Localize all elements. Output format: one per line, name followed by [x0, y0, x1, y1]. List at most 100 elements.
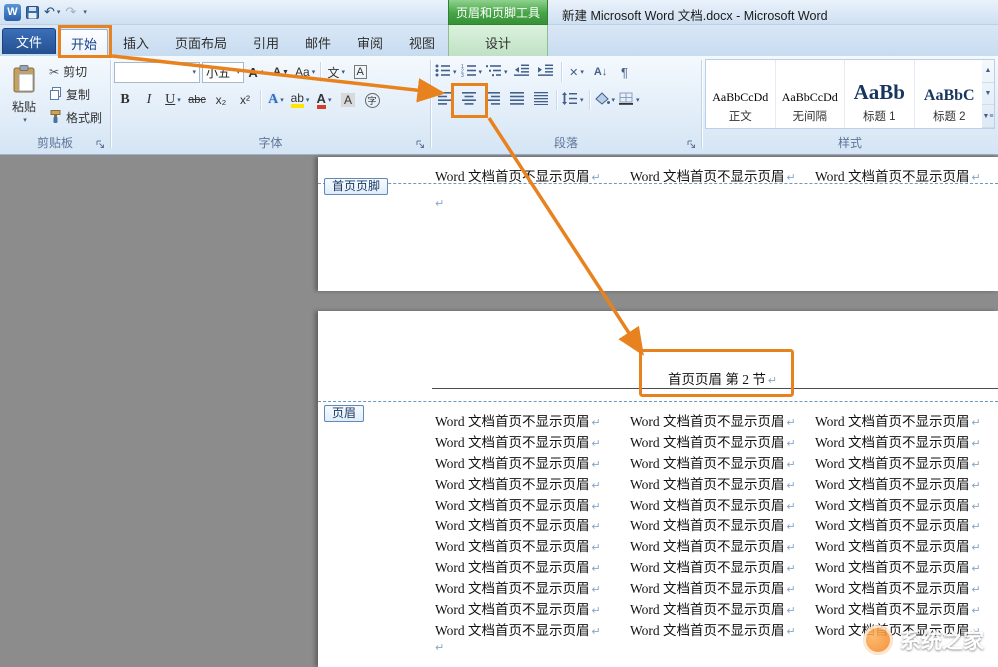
tab-insert[interactable]: 插入	[112, 29, 160, 56]
font-color-dropdown-icon[interactable]: ▾	[328, 97, 332, 104]
document-text[interactable]: Word 文档首页不显示页眉↵	[435, 431, 601, 451]
document-text[interactable]: Word 文档首页不显示页眉↵	[435, 619, 601, 639]
document-text[interactable]: Word 文档首页不显示页眉↵	[815, 494, 981, 514]
underline-dropdown-icon[interactable]: ▾	[177, 97, 181, 104]
page-2[interactable]: 首页页眉 第 2 节↵ 页眉 Word 文档首页不显示页眉↵Word 文档首页不…	[318, 311, 998, 667]
cut-button[interactable]: ✂ 剪切	[47, 62, 104, 81]
asian-layout-button[interactable]: ✕▾	[566, 61, 588, 83]
document-area[interactable]: Word 文档首页不显示页眉↵Word 文档首页不显示页眉↵Word 文档首页不…	[0, 155, 998, 667]
tab-home[interactable]: 开始	[60, 29, 108, 56]
borders-dropdown-icon[interactable]: ▾	[636, 97, 640, 104]
document-text[interactable]: Word 文档首页不显示页眉↵	[435, 514, 601, 534]
align-center-button[interactable]	[458, 89, 480, 111]
text-effects-button[interactable]: A▾	[265, 89, 287, 111]
underline-button[interactable]: U▾	[162, 89, 184, 111]
document-text-row[interactable]: Word 文档首页不显示页眉↵ Word 文档首页不显示页眉↵ Word 文档首页不…	[318, 512, 998, 533]
character-border-button[interactable]: A	[349, 61, 371, 83]
align-right-button[interactable]	[482, 89, 504, 111]
justify-button[interactable]	[506, 89, 528, 111]
change-case-button[interactable]: Aa▾	[294, 61, 316, 83]
bullets-button[interactable]: ▾	[434, 61, 458, 83]
redo-icon[interactable]: ↷	[65, 4, 76, 20]
document-text-row[interactable]: Word 文档首页不显示页眉↵Word 文档首页不显示页眉↵Word 文档首页不…	[318, 492, 998, 513]
distribute-button[interactable]	[530, 89, 552, 111]
bold-button[interactable]: B	[114, 89, 136, 111]
highlight-color-button[interactable]: ab▾	[289, 89, 311, 111]
style-heading-1[interactable]: AaBb 标题 1	[845, 60, 915, 128]
asian-layout-dropdown-icon[interactable]: ▾	[580, 69, 584, 76]
document-text[interactable]: Word 文档首页不显示页眉↵	[815, 598, 981, 618]
document-text[interactable]: Word 文档首页不显示页眉↵	[630, 556, 796, 576]
font-color-button[interactable]: A▾	[313, 89, 335, 111]
tab-review[interactable]: 审阅	[346, 29, 394, 56]
show-hide-marks-button[interactable]: ¶	[614, 61, 636, 83]
format-painter-button[interactable]: 格式刷	[47, 108, 104, 127]
tab-file[interactable]: 文件	[2, 28, 56, 54]
sort-button[interactable]: A↓	[590, 61, 612, 83]
document-text[interactable]: Word 文档首页不显示页眉↵	[630, 165, 796, 185]
word-logo-icon[interactable]: W	[4, 4, 21, 21]
numbering-button[interactable]: 123 ▾	[460, 61, 484, 83]
styles-scroll-down-icon[interactable]: ▼	[982, 83, 994, 106]
document-text-row[interactable]: Word 文档首页不显示页眉↵Word 文档首页不显示页眉↵Word 文档首页不…	[318, 575, 998, 596]
document-text-row[interactable]: Word 文档首页不显示页眉↵ Word 文档首页不显示页眉↵ Word 文档首页不…	[318, 408, 998, 429]
document-text[interactable]: Word 文档首页不显示页眉↵	[630, 598, 796, 618]
document-text[interactable]: Word 文档首页不显示页眉↵	[630, 431, 796, 451]
document-text-row[interactable]: Word 文档首页不显示页眉↵ Word 文档首页不显示页眉↵ Word 文档首页不…	[318, 533, 998, 554]
grow-font-button[interactable]: A▲	[246, 61, 268, 83]
paste-dropdown-icon[interactable]: ▾	[23, 117, 27, 124]
numbering-dropdown-icon[interactable]: ▾	[479, 69, 483, 76]
document-text[interactable]: Word 文档首页不显示页眉↵	[630, 473, 796, 493]
copy-button[interactable]: 复制	[47, 85, 104, 104]
font-size-dropdown-icon[interactable]: ▾	[236, 69, 240, 76]
multilevel-dropdown-icon[interactable]: ▾	[504, 69, 508, 76]
font-dialog-launcher-icon[interactable]	[415, 139, 426, 150]
italic-button[interactable]: I	[138, 89, 160, 111]
font-name-dropdown-icon[interactable]: ▾	[192, 69, 196, 76]
document-text[interactable]: Word 文档首页不显示页眉↵	[435, 410, 601, 430]
document-text[interactable]: Word 文档首页不显示页眉↵	[815, 514, 981, 534]
document-text[interactable]: Word 文档首页不显示页眉↵	[815, 473, 981, 493]
styles-more-icon[interactable]: ▼≡	[982, 105, 994, 128]
undo-dropdown-icon[interactable]: ▾	[57, 9, 61, 16]
document-text[interactable]: Word 文档首页不显示页眉↵	[815, 452, 981, 472]
document-text[interactable]: Word 文档首页不显示页眉↵	[435, 598, 601, 618]
document-text[interactable]: Word 文档首页不显示页眉↵	[630, 535, 796, 555]
tab-references[interactable]: 引用	[242, 29, 290, 56]
document-text-row[interactable]: Word 文档首页不显示页眉↵ Word 文档首页不显示页眉↵ Word 文档首页不…	[318, 450, 998, 471]
clipboard-dialog-launcher-icon[interactable]	[95, 139, 106, 150]
document-text[interactable]: Word 文档首页不显示页眉↵	[435, 577, 601, 597]
document-text[interactable]: Word 文档首页不显示页眉↵	[435, 556, 601, 576]
align-left-button[interactable]	[434, 89, 456, 111]
paragraph-dialog-launcher-icon[interactable]	[686, 139, 697, 150]
subscript-button[interactable]: x₂	[210, 89, 232, 111]
multilevel-list-button[interactable]: ▾	[485, 61, 509, 83]
highlight-dropdown-icon[interactable]: ▾	[306, 97, 310, 104]
tab-page-layout[interactable]: 页面布局	[164, 29, 238, 56]
document-text[interactable]: Word 文档首页不显示页眉↵	[435, 452, 601, 472]
document-text[interactable]: Word 文档首页不显示页眉↵	[815, 410, 981, 430]
tab-view[interactable]: 视图	[398, 29, 446, 56]
document-text[interactable]: Word 文档首页不显示页眉↵	[630, 514, 796, 534]
tab-mailings[interactable]: 邮件	[294, 29, 342, 56]
borders-button[interactable]: ▾	[618, 89, 641, 111]
text-effects-dropdown-icon[interactable]: ▾	[280, 97, 284, 104]
document-text-row[interactable]: Word 文档首页不显示页眉↵Word 文档首页不显示页眉↵Word 文档首页不…	[318, 163, 998, 184]
font-size-combobox[interactable]: 小五 ▾	[202, 62, 244, 83]
line-spacing-button[interactable]: ▾	[561, 89, 585, 111]
document-text[interactable]: Word 文档首页不显示页眉↵	[815, 556, 981, 576]
document-text[interactable]: Word 文档首页不显示页眉↵	[630, 410, 796, 430]
document-text-row[interactable]: Word 文档首页不显示页眉↵ Word 文档首页不显示页眉↵ Word 文档首页不…	[318, 596, 998, 617]
document-text[interactable]: Word 文档首页不显示页眉↵	[435, 535, 601, 555]
style-no-spacing[interactable]: AaBbCcDd 无间隔	[776, 60, 846, 128]
first-page-header-label[interactable]: 首页页眉 第 2 节↵	[668, 368, 777, 388]
undo-icon[interactable]: ↶▾	[44, 4, 60, 20]
superscript-button[interactable]: x²	[234, 89, 256, 111]
document-text[interactable]: Word 文档首页不显示页眉↵	[630, 452, 796, 472]
bullets-dropdown-icon[interactable]: ▾	[453, 69, 457, 76]
font-name-combobox[interactable]: ▾	[114, 62, 200, 83]
document-text[interactable]: Word 文档首页不显示页眉↵	[815, 535, 981, 555]
enclose-characters-button[interactable]: 字	[361, 89, 383, 111]
strikethrough-button[interactable]: abc	[186, 89, 208, 111]
tab-design[interactable]: 设计	[468, 29, 528, 56]
